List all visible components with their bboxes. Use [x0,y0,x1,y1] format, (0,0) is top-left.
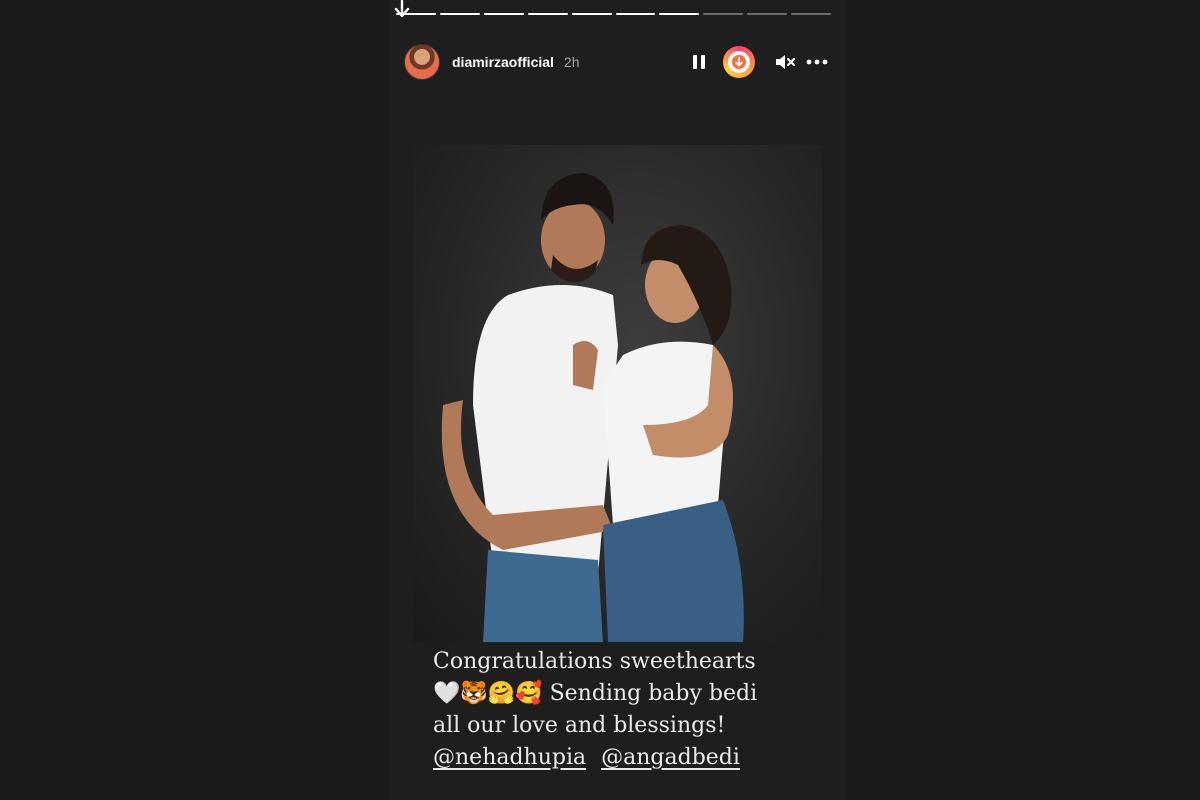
mute-button[interactable] [771,48,799,76]
download-icon [732,55,746,69]
mute-icon [776,55,795,69]
story-progress-bar [396,13,832,16]
username[interactable]: diamirzaofficial [452,54,554,70]
progress-segment [703,13,744,15]
progress-segment [439,13,480,15]
story-caption: Congratulations sweethearts 🤍🐯🤗🥰 Sending… [423,642,789,774]
avatar[interactable] [404,44,440,80]
story-header: diamirzaofficial 2h [404,44,831,80]
more-icon [806,59,828,65]
progress-segment [571,13,612,15]
mention-link-nehadhupia[interactable]: @nehadhupia [433,745,586,770]
download-button[interactable] [723,46,755,78]
arrow-down-icon [394,0,410,18]
caption-line-1: Congratulations sweethearts [433,649,756,674]
caption-emojis: 🤍🐯🤗🥰 [433,681,543,706]
caption-line-3: all our love and blessings! [433,713,726,738]
progress-segment [527,13,568,15]
pause-button[interactable] [685,48,713,76]
caption-line-2: 🤍🐯🤗🥰 Sending baby bedi [433,678,779,710]
mention-link-angadbedi[interactable]: @angadbedi [601,745,740,770]
story-timestamp: 2h [563,54,580,70]
couple-photo-illustration [441,173,744,643]
progress-segment [791,13,832,15]
progress-segment [483,13,524,15]
story-photo [413,145,822,643]
caption-line-2-text: Sending baby bedi [542,681,758,706]
progress-segment [615,13,656,15]
pause-icon [693,55,705,69]
story-viewer: diamirzaofficial 2h Congratulations swee… [390,0,847,800]
progress-segment [747,13,788,15]
progress-segment [659,13,700,15]
more-options-button[interactable] [803,48,831,76]
caption-mentions: @nehadhupia @angadbedi [433,742,779,774]
download-icon-bg [728,51,750,73]
